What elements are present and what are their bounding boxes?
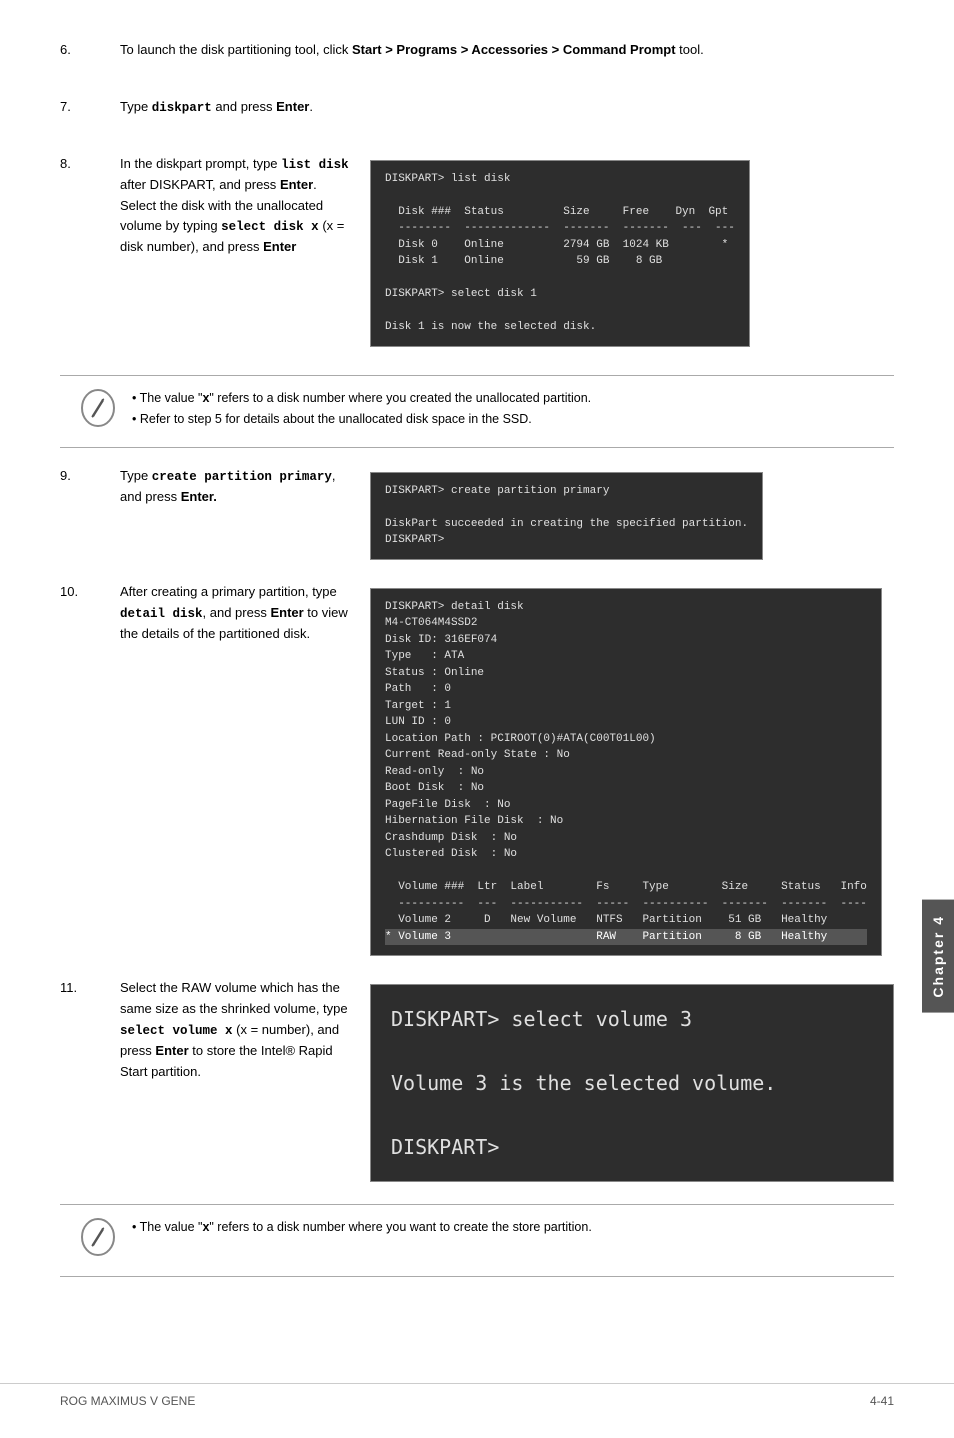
step-11-number: 11. [60,978,120,995]
step-10-terminal: DISKPART> detail disk M4-CT064M4SSD2 Dis… [370,588,882,957]
step-7: 7. Type diskpart and press Enter. [60,97,894,126]
step-8-terminal-wrapper: DISKPART> list disk Disk ### Status Size… [350,154,894,347]
step-8-number: 8. [60,154,120,171]
chapter-tab: Chapter 4 [922,900,954,1013]
step-7-text: Type diskpart and press Enter. [120,97,894,118]
step-6-content: To launch the disk partitioning tool, cl… [120,40,894,69]
step-8: 8. In the diskpart prompt, type list dis… [60,154,894,347]
step-11-text: Select the RAW volume which has the same… [120,978,350,1082]
note-1-item-2: Refer to step 5 for details about the un… [132,409,591,430]
note-2: The value "x" refers to a disk number wh… [60,1204,894,1277]
step-6: 6. To launch the disk partitioning tool,… [60,40,894,69]
note-1-item-1: The value "x" refers to a disk number wh… [132,388,591,409]
step-11-terminal: DISKPART> select volume 3 Volume 3 is th… [370,984,894,1182]
step-10-number: 10. [60,582,120,599]
step-11: 11. Select the RAW volume which has the … [60,978,894,1182]
footer-right: 4-41 [870,1394,894,1408]
note-2-list: The value "x" refers to a disk number wh… [132,1217,592,1238]
note-icon-1 [80,388,116,435]
step-9-text: Type create partition primary, and press… [120,466,350,508]
note-1: The value "x" refers to a disk number wh… [60,375,894,448]
note-1-content: The value "x" refers to a disk number wh… [132,388,591,431]
step-9-left: Type create partition primary, and press… [120,466,350,516]
step-7-content: Type diskpart and press Enter. [120,97,894,126]
step-9-terminal-wrapper: DISKPART> create partition primary DiskP… [350,466,894,560]
chapter-label: Chapter 4 [930,915,946,998]
footer: ROG MAXIMUS V GENE 4-41 [0,1383,954,1408]
note-2-item-1: The value "x" refers to a disk number wh… [132,1217,592,1238]
note-2-content: The value "x" refers to a disk number wh… [132,1217,592,1238]
note-icon-2 [80,1217,116,1264]
step-6-number: 6. [60,40,120,57]
pencil-icon [80,388,116,428]
step-7-number: 7. [60,97,120,114]
footer-left: ROG MAXIMUS V GENE [60,1394,195,1408]
step-9-terminal: DISKPART> create partition primary DiskP… [370,472,763,560]
step-10-terminal-wrapper: DISKPART> detail disk M4-CT064M4SSD2 Dis… [350,582,894,957]
page-container: Chapter 4 6. To launch the disk partitio… [0,0,954,1438]
step-10-text: After creating a primary partition, type… [120,582,350,645]
step-11-left: Select the RAW volume which has the same… [120,978,350,1090]
step-6-text: To launch the disk partitioning tool, cl… [120,40,894,61]
step-11-terminal-wrapper: DISKPART> select volume 3 Volume 3 is th… [350,978,894,1182]
step-8-text: In the diskpart prompt, type list disk a… [120,154,350,258]
step-10-left: After creating a primary partition, type… [120,582,350,653]
pencil-icon-2 [80,1217,116,1257]
step-9-number: 9. [60,466,120,483]
step-8-terminal: DISKPART> list disk Disk ### Status Size… [370,160,750,347]
step-9: 9. Type create partition primary, and pr… [60,466,894,560]
step-10: 10. After creating a primary partition, … [60,582,894,957]
step-8-left: In the diskpart prompt, type list disk a… [120,154,350,266]
note-1-list: The value "x" refers to a disk number wh… [132,388,591,431]
